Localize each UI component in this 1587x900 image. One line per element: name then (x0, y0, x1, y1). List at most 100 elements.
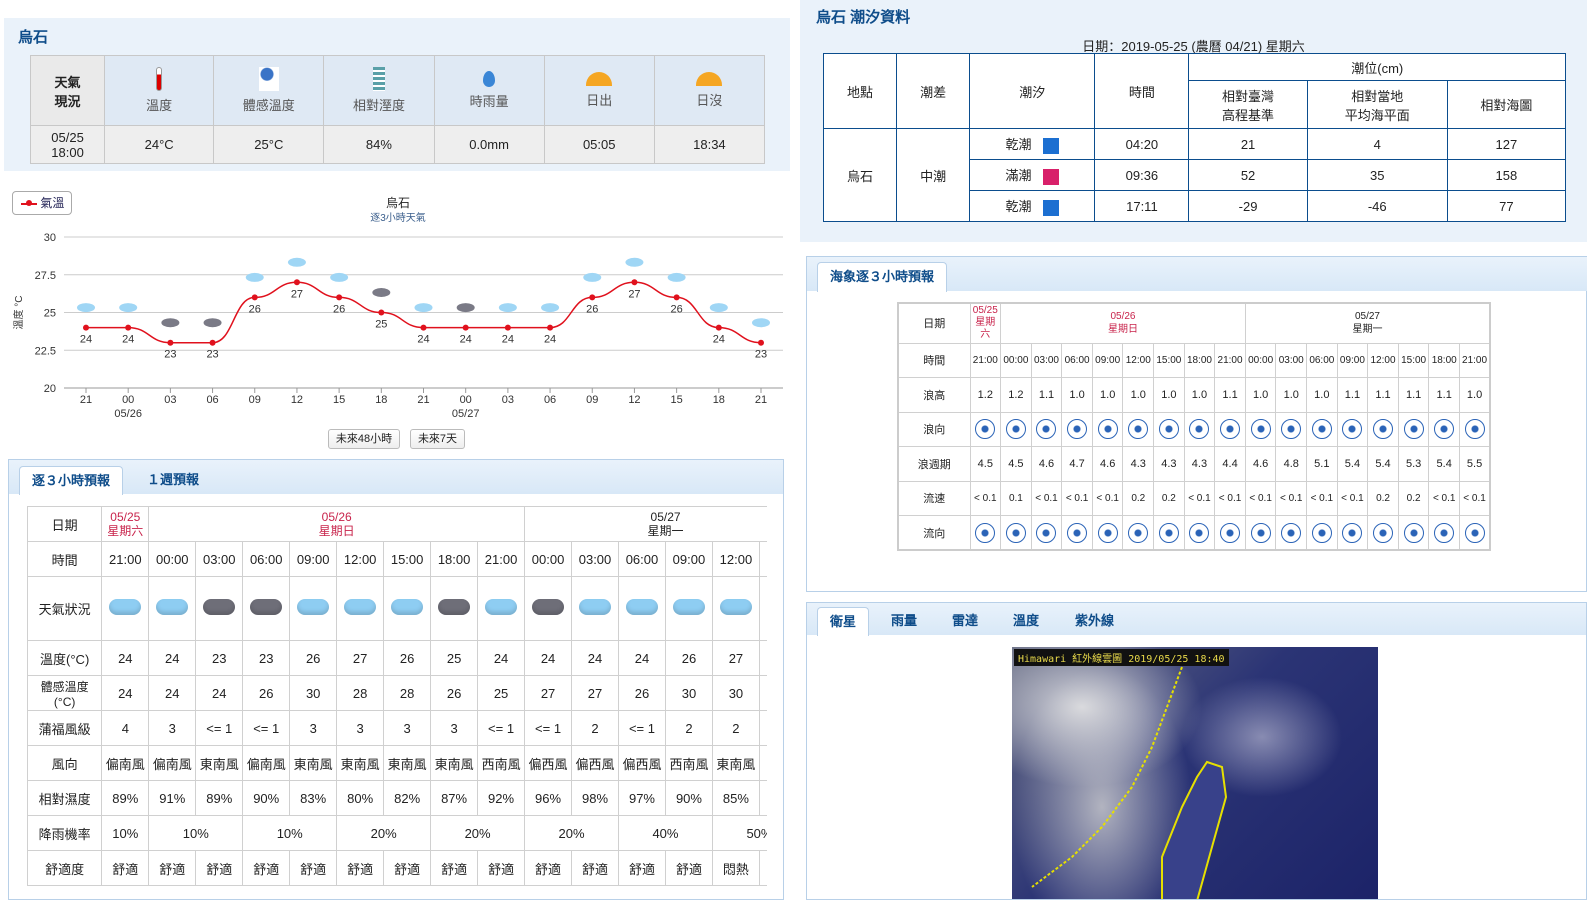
sea-current-dir (1000, 515, 1032, 551)
forecast-temp: 26 (289, 640, 338, 676)
x-tick-label: 21 (80, 394, 92, 406)
forecast-temp: 24 (101, 640, 150, 676)
forecast-humidity: 85% (711, 780, 760, 816)
forecast-rain: 10% (242, 815, 338, 851)
forecast-panel: 逐３小時預報 １週預報 日期 05/25 星期六 05/26 星期日 05/27 星期一 時間… (8, 459, 784, 900)
data-label: 24 (80, 334, 92, 346)
forecast-row-label: 降雨機率 (27, 815, 103, 851)
forecast-time: 09:00 (289, 541, 338, 577)
china-coastline (1031, 666, 1183, 888)
sea-wave-period: 5.4 (1336, 446, 1369, 482)
forecast-winddir: 偏西風 (618, 745, 666, 781)
forecast-comfort: 舒適 (618, 850, 666, 886)
current-direction-icon (1067, 522, 1088, 543)
forecast-beaufort: 3 (148, 710, 197, 746)
wave-direction-icon (1005, 419, 1026, 440)
forecast-winddir: 偏南風 (101, 745, 150, 781)
dark-cloud-icon (532, 599, 565, 615)
sea-wave-height: 1.1 (1030, 377, 1063, 413)
weather-cell (664, 576, 713, 641)
sea-date-cell: 05/25 星期六 (969, 302, 1002, 344)
high-tide-icon (1043, 168, 1060, 185)
tab-uv[interactable]: 紫外線 (1075, 607, 1114, 635)
cloud-icon (485, 599, 518, 615)
current-direction-icon (975, 522, 996, 543)
low-tide-icon (1043, 199, 1060, 216)
data-point (83, 324, 89, 331)
sea-row-label: 浪高 (897, 377, 971, 413)
forecast-temp: 26 (664, 640, 713, 676)
forecast-date-cell: 05/26 星期日 (148, 506, 526, 542)
sea-current-dir (1459, 515, 1491, 551)
tide-type-cell: 滿潮 (969, 159, 1096, 191)
sea-current-speed: < 0.1 (1459, 480, 1491, 516)
sea-time: 00:00 (1000, 342, 1032, 378)
current-direction-icon (1281, 522, 1302, 543)
tide-range: 中潮 (896, 128, 971, 222)
sea-wave-dir (1183, 411, 1216, 447)
dark-cloud-icon (456, 303, 475, 313)
sea-current-dir (969, 515, 1002, 551)
tab-week[interactable]: １週預報 (147, 466, 199, 494)
forecast-humidity: 83% (289, 780, 338, 816)
tab-rainfall[interactable]: 雨量 (891, 607, 917, 635)
next-7d-button[interactable]: 未來7天 (410, 429, 465, 449)
tide-header-time: 時間 (1094, 53, 1190, 129)
obs-header-sunrise: 日出 (543, 55, 655, 126)
forecast-beaufort: 3 (430, 710, 479, 746)
obs-value: 05:05 (543, 125, 655, 164)
forecast-rain: 40% (618, 815, 713, 851)
sea-current-speed: < 0.1 (1030, 480, 1063, 516)
sea-row-label: 流速 (897, 480, 971, 516)
tide-type-cell: 乾潮 (969, 190, 1096, 222)
dark-cloud-icon (250, 599, 283, 615)
cloud-icon (391, 599, 424, 615)
data-point (462, 324, 469, 331)
obs-header-rain: 時雨量 (433, 55, 545, 126)
forecast-row-label: 體感溫度 (°C) (27, 675, 103, 711)
forecast-winddir: 偏南風 (242, 745, 291, 781)
y-tick-label: 20 (44, 383, 56, 395)
sea-wave-height: 1.1 (1428, 377, 1460, 413)
sea-current-speed: < 0.1 (1275, 480, 1308, 516)
sea-wave-height: 1.0 (1061, 377, 1093, 413)
weather-cell (148, 576, 197, 641)
forecast-time: 12:00 (711, 541, 760, 577)
forecast-temp: 26 (383, 640, 432, 676)
sea-date-cell: 05/26 星期日 (1000, 302, 1246, 344)
satellite-image[interactable]: Himawari 紅外線雲圖 2019/05/25 18:40 (1012, 647, 1378, 899)
data-point (378, 309, 385, 316)
tab-satellite[interactable]: 衛星 (817, 607, 870, 636)
current-direction-icon (1434, 522, 1455, 543)
data-point (589, 294, 596, 301)
sea-current-speed: 0.2 (1122, 480, 1155, 516)
forecast-time: 06:00 (618, 541, 666, 577)
data-point (758, 339, 764, 346)
tab-temperature[interactable]: 溫度 (1013, 607, 1039, 635)
cloud-icon (344, 599, 377, 615)
sea-wave-dir (1122, 411, 1155, 447)
forecast-temp: 27 (711, 640, 760, 676)
forecast-temp: 24 (148, 640, 197, 676)
tide-title: 烏石 潮汐資料 (816, 9, 911, 26)
forecast-temp: 26 (758, 640, 767, 676)
sea-row-label: 浪週期 (897, 446, 971, 482)
tide-twvd: 52 (1188, 159, 1308, 191)
tab-3hour[interactable]: 逐３小時預報 (19, 466, 124, 495)
current-direction-icon (1403, 522, 1424, 543)
wave-direction-icon (1403, 419, 1424, 440)
forecast-rain: 10% (148, 815, 244, 851)
forecast-temp: 23 (242, 640, 291, 676)
forecast-beaufort: 3 (289, 710, 338, 746)
forecast-comfort: 舒適 (336, 850, 385, 886)
obs-header-sunset: 日沒 (653, 55, 766, 126)
sea-time: 03:00 (1275, 342, 1308, 378)
sea-wave-height: 1.1 (1397, 377, 1430, 413)
next-48h-button[interactable]: 未來48小時 (328, 429, 400, 449)
tab-radar[interactable]: 雷達 (952, 607, 978, 635)
forecast-feel: 29 (758, 675, 767, 711)
forecast-time: 15:0 (758, 541, 767, 577)
tide-twvd: -29 (1188, 190, 1308, 222)
tab-sea-3hour[interactable]: 海象逐３小時預報 (817, 262, 948, 292)
x-tick-label: 21 (755, 394, 767, 406)
